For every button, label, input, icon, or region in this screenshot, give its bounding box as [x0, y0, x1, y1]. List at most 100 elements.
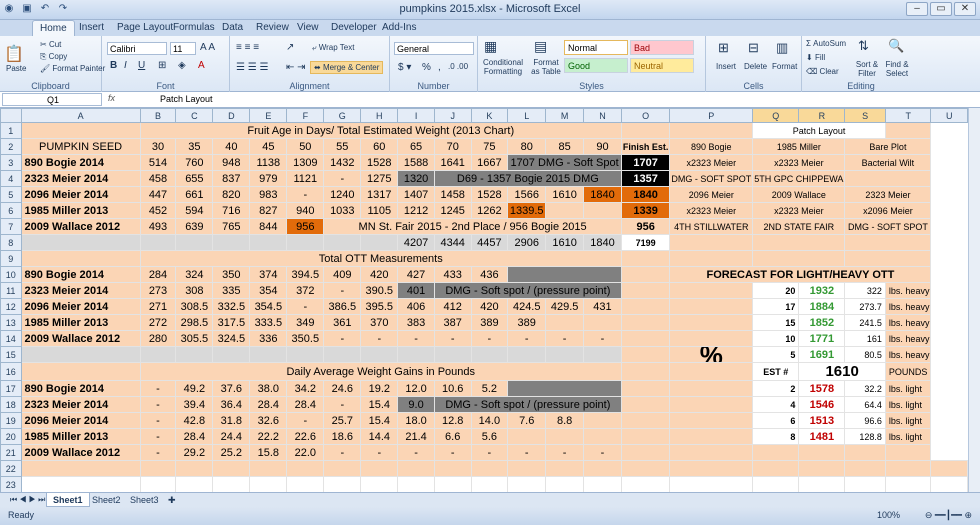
- cell[interactable]: MN St. Fair 2015 - 2nd Place / 956 Bogie…: [323, 218, 622, 235]
- cell[interactable]: 15.4: [360, 396, 399, 413]
- column-header[interactable]: R: [798, 108, 846, 123]
- cell[interactable]: -: [139, 380, 177, 397]
- cell[interactable]: 4TH STILLWATER: [669, 218, 754, 235]
- cell[interactable]: [286, 460, 325, 477]
- cell[interactable]: 1212: [397, 202, 435, 219]
- format-table-icon[interactable]: ▤: [534, 38, 547, 55]
- italic-icon[interactable]: I: [124, 60, 127, 71]
- cell[interactable]: [545, 346, 585, 363]
- align-left-icon[interactable]: ☰ ☰ ☰: [236, 62, 268, 73]
- cell[interactable]: [752, 476, 800, 492]
- cell[interactable]: -: [507, 330, 547, 347]
- font-color-icon[interactable]: A: [198, 60, 205, 71]
- cell[interactable]: -: [470, 330, 509, 347]
- cell[interactable]: 1707 DMG - Soft Spot: [507, 154, 622, 171]
- cell[interactable]: [620, 362, 671, 381]
- row-header[interactable]: 6: [0, 202, 22, 219]
- cell[interactable]: 21.4: [397, 428, 435, 445]
- cell[interactable]: 15.8: [249, 444, 288, 461]
- cell[interactable]: 350.5: [286, 330, 325, 347]
- zoom-slider[interactable]: ⊖ ━━┃━━ ⊕: [925, 510, 972, 521]
- cell[interactable]: 60: [360, 138, 399, 155]
- cell[interactable]: 271: [139, 298, 177, 315]
- cell[interactable]: 890 Bogie: [669, 138, 754, 155]
- column-header[interactable]: O: [620, 108, 671, 123]
- cell[interactable]: [212, 234, 251, 251]
- cell[interactable]: [798, 476, 846, 492]
- cell[interactable]: [884, 476, 932, 492]
- cell[interactable]: [20, 234, 141, 251]
- cell[interactable]: 1407: [397, 186, 435, 203]
- cell[interactable]: 38.0: [249, 380, 288, 397]
- paste-icon[interactable]: 📋: [4, 44, 24, 64]
- column-header[interactable]: J: [433, 108, 472, 123]
- cell[interactable]: 336: [249, 330, 288, 347]
- cell[interactable]: [286, 476, 325, 492]
- cell[interactable]: 18.0: [397, 412, 435, 429]
- cell[interactable]: [545, 202, 585, 219]
- cell[interactable]: 2009 Wallace 2012: [20, 444, 141, 461]
- column-header[interactable]: H: [360, 108, 399, 123]
- cell[interactable]: [669, 476, 754, 492]
- cell[interactable]: -: [545, 330, 585, 347]
- cell[interactable]: [669, 460, 754, 477]
- cell[interactable]: 2009 Wallace 2012: [20, 330, 141, 347]
- cell[interactable]: 4344: [433, 234, 472, 251]
- cell[interactable]: [286, 346, 325, 363]
- cell[interactable]: 70: [433, 138, 472, 155]
- cell[interactable]: -: [397, 444, 435, 461]
- cell[interactable]: 361: [323, 314, 362, 331]
- sort-filter-button[interactable]: Sort & Filter: [854, 60, 880, 78]
- cell[interactable]: 2323 Meier 2014: [20, 396, 141, 413]
- cell[interactable]: [545, 314, 585, 331]
- cell[interactable]: 65: [397, 138, 435, 155]
- cell[interactable]: 837: [212, 170, 251, 187]
- cell[interactable]: 395.5: [360, 298, 399, 315]
- tab-add-ins[interactable]: Add-Ins: [375, 20, 423, 36]
- cell[interactable]: 18.6: [323, 428, 362, 445]
- cell[interactable]: 350: [212, 266, 251, 283]
- cell[interactable]: [620, 314, 671, 331]
- cell[interactable]: 80.5: [844, 346, 886, 363]
- cell[interactable]: 1985 Miller: [752, 138, 846, 155]
- cell[interactable]: 39.4: [175, 396, 214, 413]
- cell[interactable]: 45: [249, 138, 288, 155]
- cell[interactable]: [397, 346, 435, 363]
- cell[interactable]: 1691: [798, 346, 846, 363]
- cell[interactable]: 29.2: [175, 444, 214, 461]
- cell[interactable]: 22.0: [286, 444, 325, 461]
- row-header[interactable]: 3: [0, 154, 22, 171]
- cell[interactable]: 948: [212, 154, 251, 171]
- cell[interactable]: lbs. light: [884, 396, 932, 413]
- clear-button[interactable]: ⌫ Clear: [806, 67, 839, 76]
- cell[interactable]: 96.6: [844, 412, 886, 429]
- cell[interactable]: [175, 346, 214, 363]
- comma-icon[interactable]: ,: [438, 62, 441, 73]
- cell[interactable]: -: [360, 330, 399, 347]
- style-neutral[interactable]: Neutral: [630, 58, 694, 73]
- cell[interactable]: 760: [175, 154, 214, 171]
- cell[interactable]: 1275: [360, 170, 399, 187]
- cell[interactable]: 2096 Meier: [669, 186, 754, 203]
- cell[interactable]: 25.7: [323, 412, 362, 429]
- cell[interactable]: 979: [249, 170, 288, 187]
- tab-formulas[interactable]: Formulas: [166, 20, 222, 36]
- tab-sheet3[interactable]: Sheet3: [124, 493, 165, 507]
- cell[interactable]: 31.8: [212, 412, 251, 429]
- cell[interactable]: 1578: [798, 380, 846, 397]
- cell[interactable]: -: [507, 444, 547, 461]
- column-header[interactable]: U: [930, 108, 968, 123]
- cell[interactable]: -: [360, 444, 399, 461]
- cell[interactable]: -: [286, 298, 325, 315]
- restore-button[interactable]: ▭: [930, 2, 952, 16]
- cell[interactable]: [20, 122, 141, 139]
- grow-font-icon[interactable]: A A: [200, 42, 215, 53]
- cell[interactable]: lbs. heavy: [884, 314, 932, 331]
- style-normal[interactable]: Normal: [564, 40, 628, 55]
- cell[interactable]: -: [286, 186, 325, 203]
- cell[interactable]: 1240: [323, 186, 362, 203]
- tab-sheet2[interactable]: Sheet2: [86, 493, 127, 507]
- cell[interactable]: 389: [507, 314, 547, 331]
- bold-icon[interactable]: B: [110, 60, 117, 71]
- style-good[interactable]: Good: [564, 58, 628, 73]
